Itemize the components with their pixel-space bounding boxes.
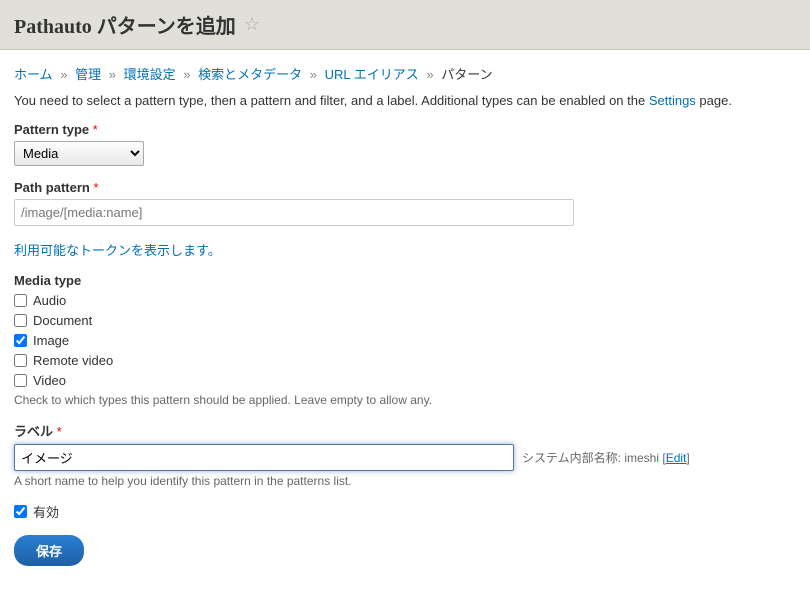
breadcrumb-link[interactable]: 管理 [75, 67, 101, 82]
checkbox-image[interactable] [14, 334, 27, 347]
path-pattern-label: Path pattern * [14, 180, 796, 195]
label-field-label: ラベル * [14, 421, 796, 440]
token-browse-link[interactable]: 利用可能なトークンを表示します。 [14, 243, 221, 258]
checkbox-label: Image [33, 333, 69, 348]
media-type-option-video[interactable]: Video [14, 373, 796, 388]
media-type-options: Audio Document Image Remote video Video [14, 293, 796, 388]
media-type-option-image[interactable]: Image [14, 333, 796, 348]
pattern-type-label-text: Pattern type [14, 122, 89, 137]
required-marker: * [57, 424, 62, 439]
media-type-option-audio[interactable]: Audio [14, 293, 796, 308]
intro-suffix: page. [696, 93, 732, 108]
media-type-description: Check to which types this pattern should… [14, 393, 796, 407]
breadcrumb-link[interactable]: URL エイリアス [325, 67, 419, 82]
pattern-type-label: Pattern type * [14, 122, 796, 137]
checkbox-label: Document [33, 313, 92, 328]
checkbox-audio[interactable] [14, 294, 27, 307]
enabled-label: 有効 [33, 502, 59, 521]
breadcrumb-link[interactable]: ホーム [14, 67, 53, 82]
breadcrumb-sep: » [183, 67, 190, 82]
label-description: A short name to help you identify this p… [14, 474, 796, 488]
breadcrumb-current: パターン [441, 67, 492, 82]
media-type-option-document[interactable]: Document [14, 313, 796, 328]
checkbox-remote-video[interactable] [14, 354, 27, 367]
required-marker: * [93, 180, 98, 195]
path-pattern-label-text: Path pattern [14, 180, 90, 195]
checkbox-label: Video [33, 373, 66, 388]
checkbox-video[interactable] [14, 374, 27, 387]
machine-name-prefix: システム内部名称: [522, 451, 624, 465]
path-pattern-input[interactable] [14, 199, 574, 226]
breadcrumb-sep: » [310, 67, 317, 82]
pattern-type-select[interactable]: Media [14, 141, 144, 166]
checkbox-label: Remote video [33, 353, 113, 368]
settings-link[interactable]: Settings [649, 93, 696, 108]
intro-prefix: You need to select a pattern type, then … [14, 93, 649, 108]
breadcrumb: ホーム » 管理 » 環境設定 » 検索とメタデータ » URL エイリアス »… [14, 64, 796, 83]
media-type-option-remote-video[interactable]: Remote video [14, 353, 796, 368]
checkbox-label: Audio [33, 293, 66, 308]
media-type-label: Media type [14, 273, 796, 288]
page-title: Pathauto パターンを追加 [14, 10, 236, 39]
breadcrumb-sep: » [426, 67, 433, 82]
breadcrumb-sep: » [60, 67, 67, 82]
label-field-label-text: ラベル [14, 424, 53, 439]
machine-name-value: imeshi [624, 451, 659, 465]
machine-name-brackets: ] [686, 451, 689, 465]
label-input[interactable] [14, 444, 514, 471]
star-icon[interactable]: ☆ [244, 14, 260, 35]
enabled-checkbox[interactable] [14, 505, 27, 518]
machine-name: システム内部名称: imeshi [Edit] [522, 449, 690, 466]
breadcrumb-link[interactable]: 検索とメタデータ [198, 67, 302, 82]
enabled-option[interactable]: 有効 [14, 502, 796, 521]
machine-name-edit-link[interactable]: Edit [666, 451, 687, 465]
save-button[interactable]: 保存 [14, 535, 84, 566]
breadcrumb-sep: » [109, 67, 116, 82]
intro-text: You need to select a pattern type, then … [14, 93, 796, 108]
checkbox-document[interactable] [14, 314, 27, 327]
required-marker: * [93, 122, 98, 137]
breadcrumb-link[interactable]: 環境設定 [124, 67, 176, 82]
